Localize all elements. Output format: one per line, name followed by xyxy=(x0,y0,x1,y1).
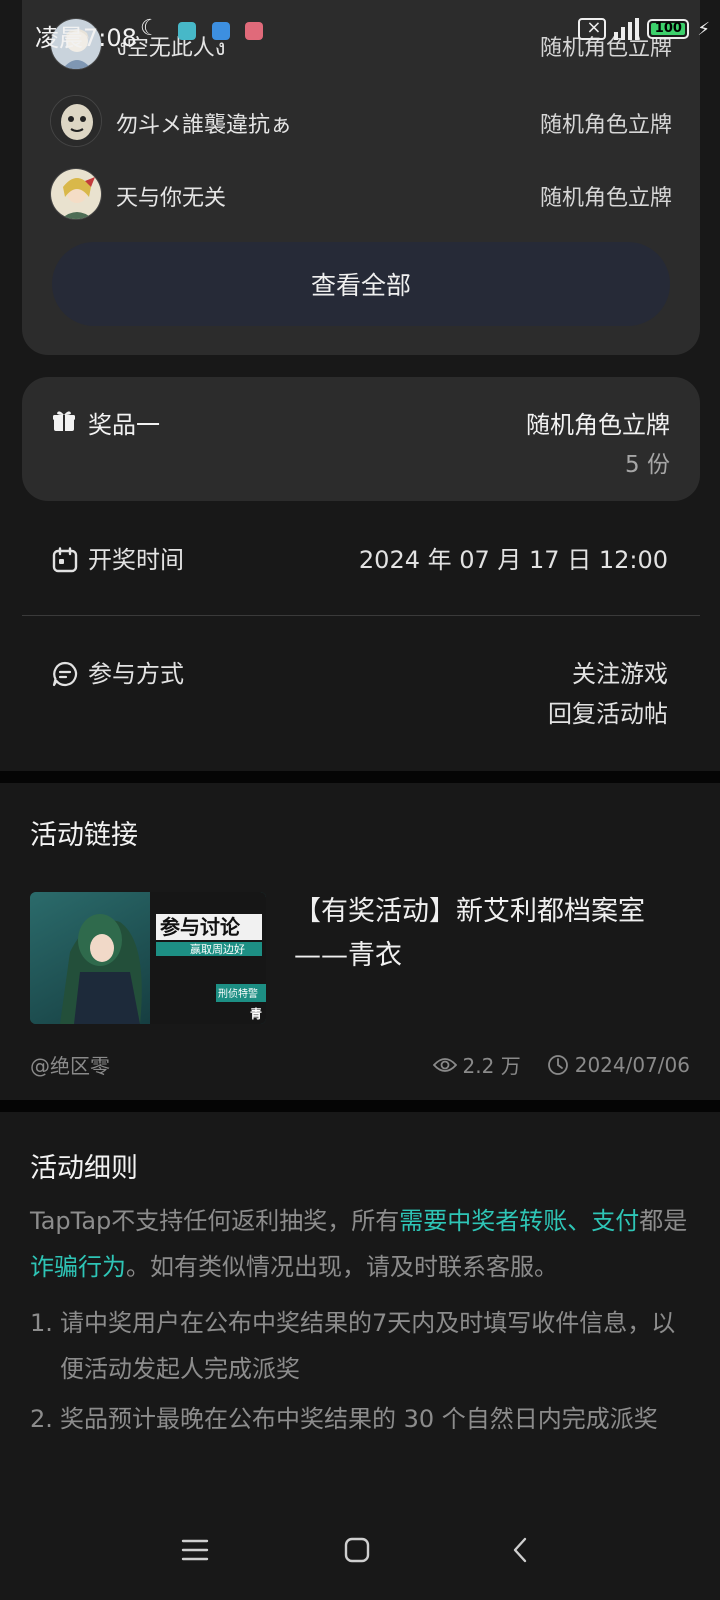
menu-icon xyxy=(181,1539,209,1561)
warning-highlight: 需要中奖者转账、支付 xyxy=(399,1207,640,1235)
rule-item: 2. 奖品预计最晚在公布中奖结果的 30 个自然日内完成派奖 xyxy=(30,1396,690,1442)
rule-text: 请中奖用户在公布中奖结果的7天内及时填写收件信息，以便活动发起人完成派奖 xyxy=(60,1309,676,1383)
eye-icon xyxy=(432,1057,457,1072)
participation-method: 回复活动帖 xyxy=(548,700,668,728)
participation-methods: 关注游戏 回复活动帖 xyxy=(548,654,668,734)
thumbnail-text: 参与讨论 xyxy=(160,915,241,939)
prize-label: 奖品一 xyxy=(88,411,160,439)
post-date: 2024/07/06 xyxy=(574,1052,690,1077)
post-meta: 2.2 万 2024/07/06 xyxy=(432,1050,690,1079)
menu-button[interactable] xyxy=(173,1528,217,1572)
fraud-highlight: 诈骗行为 xyxy=(30,1253,126,1281)
post-views: 2.2 万 xyxy=(462,1054,521,1078)
view-all-button[interactable]: 查看全部 xyxy=(52,242,670,326)
back-button[interactable] xyxy=(498,1528,542,1572)
charging-icon: ⚡ xyxy=(697,18,710,40)
prize-name: 随机角色立牌 xyxy=(526,411,670,439)
rule-number: 2. xyxy=(30,1405,53,1433)
home-icon xyxy=(344,1537,370,1563)
rule-number: 1. xyxy=(30,1309,53,1337)
participant-name: 勿斗メ誰襲違抗ぁ xyxy=(116,113,293,138)
activity-link-title: 活动链接 xyxy=(30,820,138,851)
navigation-bar xyxy=(0,1500,720,1600)
participation-label: 参与方式 xyxy=(88,660,184,688)
divider xyxy=(22,615,700,616)
participant-name: 天与你无关 xyxy=(116,186,227,211)
rules-title: 活动细则 xyxy=(30,1153,138,1184)
notification-icon xyxy=(245,22,263,40)
draw-time-label: 开奖时间 xyxy=(88,546,184,574)
no-sim-icon xyxy=(578,17,607,40)
status-indicators: 100 ⚡ xyxy=(578,17,710,40)
thumbnail-tag: 刑侦特警 xyxy=(218,987,258,1000)
calendar-icon xyxy=(52,547,78,573)
post-author[interactable]: @绝区零 xyxy=(30,1050,110,1079)
participant-row[interactable]: 天与你无关 随机角色立牌 xyxy=(50,168,672,220)
avatar[interactable] xyxy=(50,168,102,220)
participant-prize: 随机角色立牌 xyxy=(539,113,672,138)
status-bar: 凌晨7:08 ☾ 100 ⚡ xyxy=(0,0,720,60)
participation-row: 参与方式 关注游戏 回复活动帖 xyxy=(52,654,668,734)
moon-icon: ☾ xyxy=(140,16,160,41)
draw-time-value: 2024 年 07 月 17 日 12:00 xyxy=(358,546,668,574)
status-time: 凌晨7:08 xyxy=(35,24,137,52)
rule-item: 1. 请中奖用户在公布中奖结果的7天内及时填写收件信息，以便活动发起人完成派奖 xyxy=(30,1300,690,1392)
clock-icon xyxy=(547,1054,568,1075)
prize-card: 奖品一 随机角色立牌 5 份 xyxy=(22,377,700,501)
signal-icon xyxy=(614,18,640,40)
draw-time-row: 开奖时间 2024 年 07 月 17 日 12:00 xyxy=(52,540,668,580)
post-thumbnail[interactable]: 参与讨论 赢取周边好 刑侦特警 青 xyxy=(30,892,266,1024)
home-button[interactable] xyxy=(335,1528,379,1572)
section-divider xyxy=(0,771,720,783)
participant-prize: 随机角色立牌 xyxy=(539,186,672,211)
post-title[interactable]: 【有奖活动】新艾利都档案室——青衣 xyxy=(294,890,684,978)
participation-method: 关注游戏 xyxy=(572,660,668,688)
battery-level: 100 xyxy=(654,21,682,36)
thumbnail-char: 青 xyxy=(250,1006,262,1021)
rules-intro: TapTap不支持任何返利抽奖，所有需要中奖者转账、支付都是诈骗行为。如有类似情… xyxy=(30,1207,688,1281)
notification-icon xyxy=(212,22,230,40)
prize-count: 5 份 xyxy=(625,452,670,478)
battery-icon: 100 xyxy=(647,19,690,39)
participant-row[interactable]: 勿斗メ誰襲違抗ぁ 随机角色立牌 xyxy=(50,95,672,147)
gift-icon xyxy=(53,411,75,431)
chat-icon xyxy=(52,661,78,687)
notification-icon xyxy=(178,22,196,40)
avatar[interactable] xyxy=(50,95,102,147)
rule-text: 奖品预计最晚在公布中奖结果的 30 个自然日内完成派奖 xyxy=(60,1405,658,1433)
back-icon xyxy=(513,1537,527,1563)
thumbnail-sub: 赢取周边好 xyxy=(190,942,245,956)
section-divider xyxy=(0,1100,720,1112)
